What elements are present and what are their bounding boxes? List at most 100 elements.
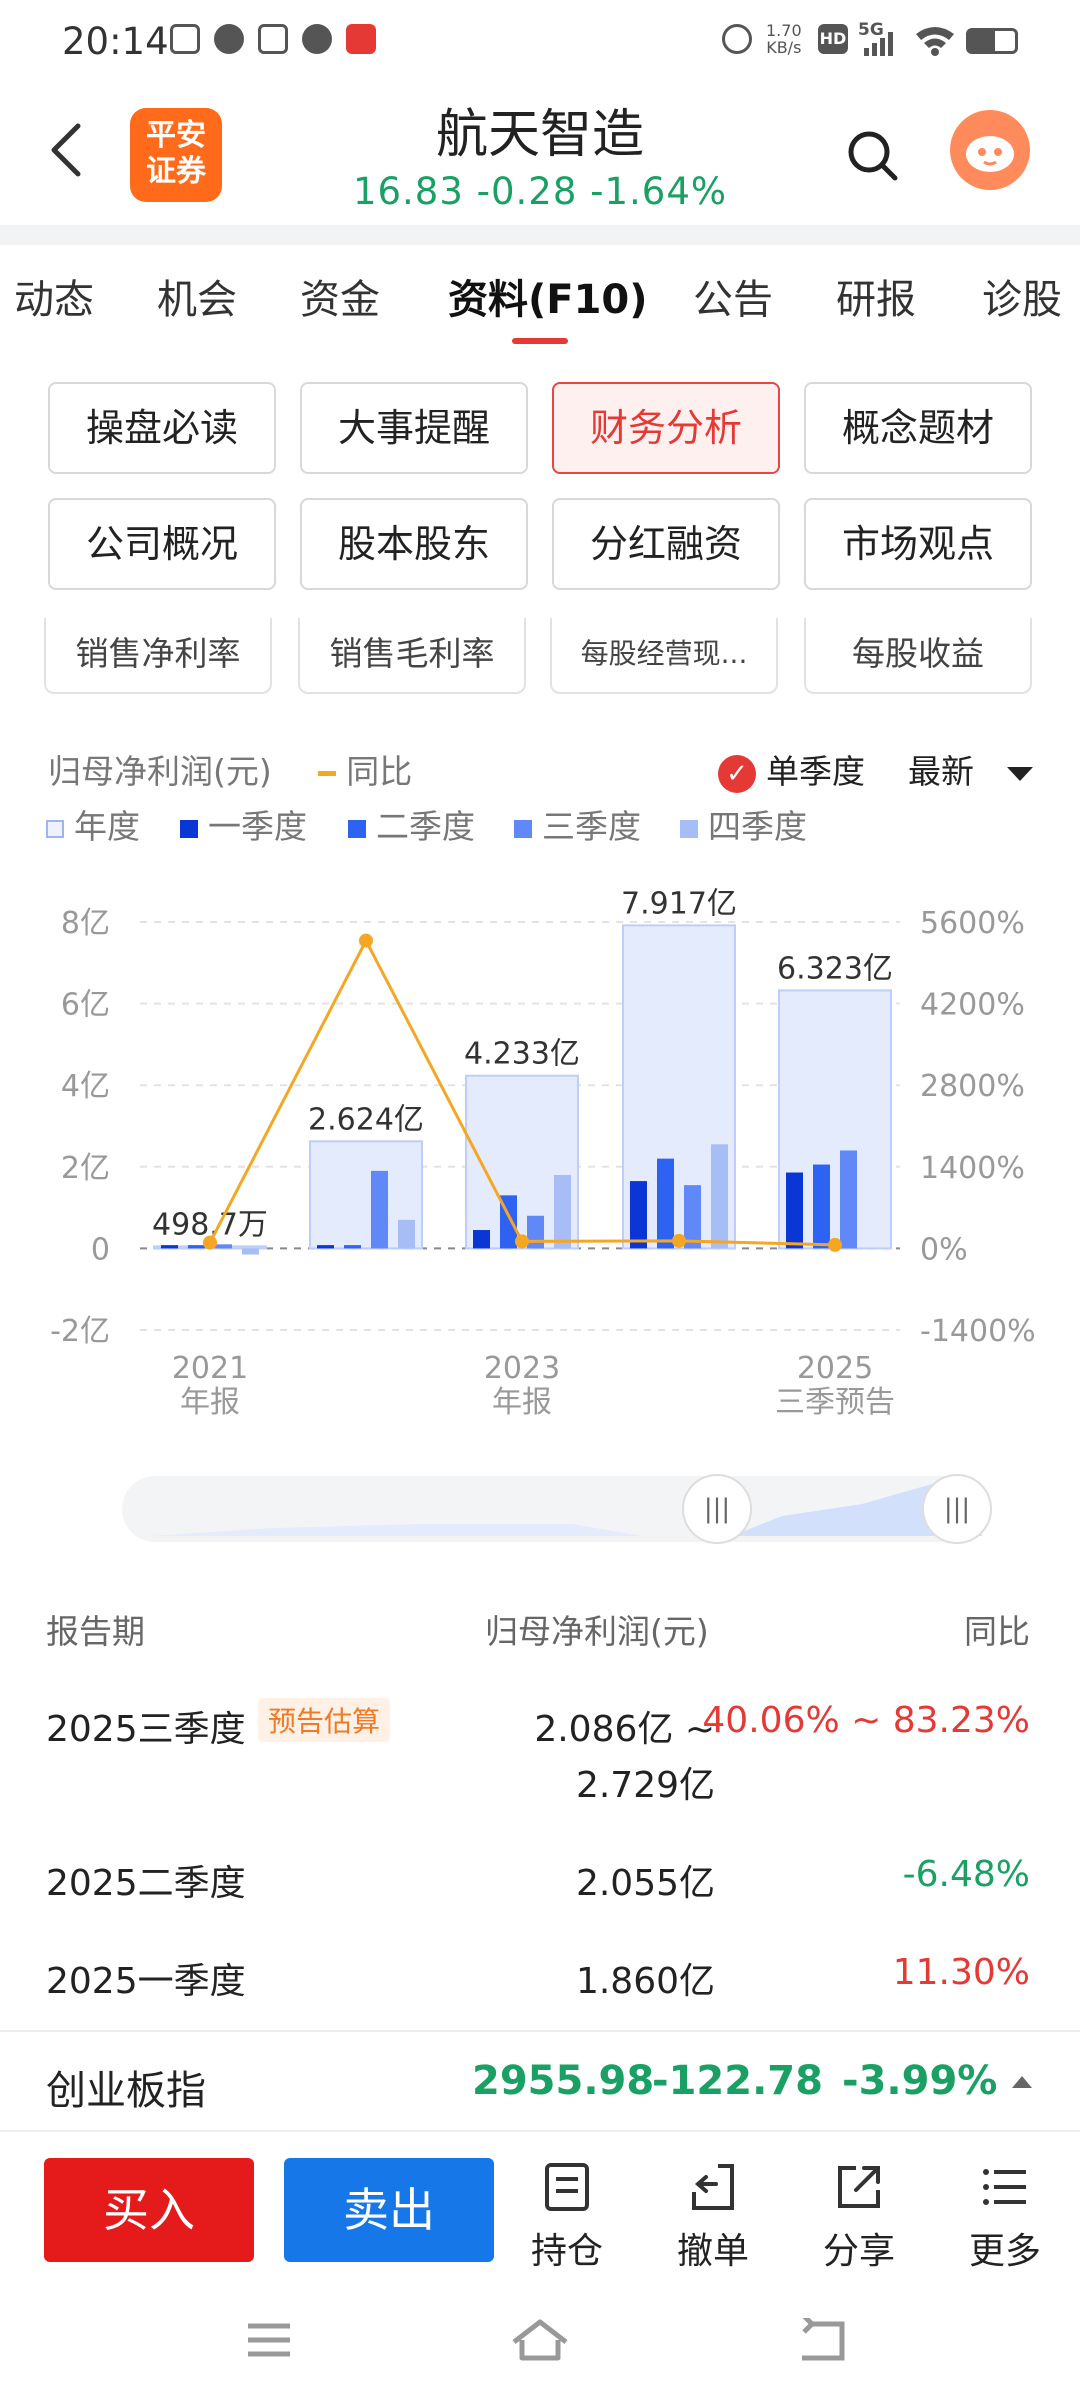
chart-range-slider[interactable]: ||| ||| (122, 1474, 992, 1544)
legend-annual-label: 年度 (74, 807, 140, 846)
legend-q4-label: 四季度 (708, 807, 807, 846)
share-button[interactable]: 分享 (804, 2162, 914, 2274)
btn-event-reminder[interactable]: 大事提醒 (300, 382, 528, 474)
chat-bot-icon (966, 136, 1014, 172)
quarter-bar (840, 1150, 857, 1249)
btn-trading-essentials[interactable]: 操盘必读 (48, 382, 276, 474)
stock-quote: 16.83 -0.28 -1.64% (0, 170, 1080, 213)
y-right-tick: 5600% (920, 906, 1025, 941)
chart-legend-top: 归母净利润(元) 同比 (48, 745, 412, 793)
row-yoy: -6.48% (902, 1854, 1030, 1895)
legend-q2: 二季度 (348, 800, 475, 848)
quarter-bar (657, 1158, 674, 1249)
legend-annual: 年度 (46, 800, 140, 848)
y-right-tick: -1400% (920, 1314, 1036, 1349)
status-bar: 20:14 1.70 KB/s HD 5G (0, 0, 1080, 82)
quarter-bar (344, 1245, 361, 1249)
btn-dividends[interactable]: 分红融资 (552, 498, 780, 590)
metric-net-margin[interactable]: 销售净利率 (44, 618, 272, 694)
quarter-bar (398, 1219, 415, 1249)
row-value: 2.086亿 ~ (534, 1709, 715, 1750)
tab-research[interactable]: 研报 (836, 267, 916, 325)
btn-concepts[interactable]: 概念题材 (804, 382, 1032, 474)
y-left-tick: 0 (91, 1232, 110, 1267)
metric-eps[interactable]: 每股收益 (804, 618, 1032, 694)
more-icon (983, 2169, 1026, 2205)
x-tick-sublabel: 三季预告 (775, 1385, 895, 1420)
quarter-bar (630, 1181, 647, 1249)
quarter-bar (813, 1164, 830, 1249)
range-preview (152, 1484, 982, 1536)
single-quarter-label: 单季度 (766, 752, 865, 791)
row-value: 2.055亿 (575, 1863, 715, 1904)
btn-company-overview[interactable]: 公司概况 (48, 498, 276, 590)
x-tick-label: 2021 (172, 1351, 248, 1386)
net-speed-value: 1.70 (766, 21, 802, 40)
tab-f10[interactable]: 资料(F10) (448, 267, 648, 325)
chevron-up-icon[interactable] (1010, 2074, 1034, 2090)
yoy-point (515, 1234, 529, 1249)
btn-shareholders[interactable]: 股本股东 (300, 498, 528, 590)
more-button[interactable]: 更多 (950, 2162, 1060, 2274)
back-nav-icon[interactable] (796, 2318, 846, 2362)
search-icon[interactable] (845, 128, 901, 184)
main-tabs: 动态 机会 资金 资料(F10) 公告 研报 诊股 (0, 245, 1080, 345)
cancel-order-icon (692, 2164, 734, 2210)
quarter-bar (786, 1172, 803, 1249)
signal-icon (864, 32, 893, 56)
tab-news[interactable]: 动态 (14, 267, 94, 325)
menu-nav-icon[interactable] (244, 2318, 294, 2362)
more-label: 更多 (968, 2231, 1041, 2272)
col-period: 报告期 (46, 1612, 145, 1651)
index-name: 创业板指 (46, 2068, 206, 2114)
legend-q1-label: 一季度 (208, 807, 307, 846)
x-tick-label: 2025 (797, 1351, 873, 1386)
battery-icon (966, 28, 1018, 54)
legend-q1-swatch (180, 820, 198, 838)
range-right-handle[interactable]: ||| (922, 1474, 992, 1544)
hd-badge: HD (818, 24, 848, 54)
index-change-pct: -3.99% (842, 2058, 998, 2104)
tab-capital[interactable]: 资金 (300, 267, 380, 325)
assistant-avatar[interactable] (950, 110, 1030, 190)
y-right-tick: 4200% (920, 988, 1025, 1023)
tab-opportunity[interactable]: 机会 (157, 267, 237, 325)
index-ticker-bar[interactable]: 创业板指 2955.98 -122.78 -3.99% (0, 2030, 1080, 2132)
sort-dropdown[interactable]: 最新 (908, 745, 1035, 793)
annual-value-label: 4.233亿 (464, 1037, 580, 1072)
holdings-icon (545, 2163, 589, 2211)
legend-q1: 一季度 (180, 800, 307, 848)
cancel-order-button[interactable]: 撤单 (658, 2162, 768, 2274)
index-change: -122.78 (652, 2058, 823, 2104)
sell-button[interactable]: 卖出 (284, 2158, 494, 2262)
btn-market-views[interactable]: 市场观点 (804, 498, 1032, 590)
annual-value-label: 6.323亿 (777, 951, 893, 986)
single-quarter-toggle[interactable]: ✓ 单季度 (718, 745, 865, 793)
legend-q3-label: 三季度 (542, 807, 641, 846)
y-right-tick: 2800% (920, 1069, 1025, 1104)
cloud-icon (214, 24, 244, 54)
row-yoy: 11.30% (892, 1952, 1030, 1993)
row-value-upper: 2.729亿 (575, 1765, 715, 1806)
legend-q4-swatch (680, 820, 698, 838)
quarter-bar (711, 1144, 728, 1249)
quarter-bar (371, 1170, 388, 1249)
btn-financial-analysis[interactable]: 财务分析 (552, 382, 780, 474)
row-yoy: 40.06% ~ 83.23% (702, 1700, 1030, 1741)
chevron-down-icon (1006, 766, 1033, 781)
buy-button[interactable]: 买入 (44, 2158, 254, 2262)
row-value: 1.860亿 (575, 1961, 715, 2002)
metric-operating-cashflow[interactable]: 每股经营现... (550, 618, 778, 694)
holdings-button[interactable]: 持仓 (512, 2162, 622, 2274)
message-icon (302, 24, 332, 54)
metric-gross-margin[interactable]: 销售毛利率 (298, 618, 526, 694)
range-left-handle[interactable]: ||| (682, 1474, 752, 1544)
check-icon: ✓ (718, 754, 756, 793)
home-nav-icon[interactable] (510, 2318, 570, 2362)
share-label: 分享 (822, 2231, 895, 2272)
tab-diagnosis[interactable]: 诊股 (982, 267, 1062, 325)
y-left-tick: 2亿 (61, 1151, 110, 1186)
tab-announcements[interactable]: 公告 (693, 267, 773, 325)
x-tick-sublabel: 年报 (492, 1385, 552, 1420)
index-value: 2955.98 (472, 2058, 655, 2104)
